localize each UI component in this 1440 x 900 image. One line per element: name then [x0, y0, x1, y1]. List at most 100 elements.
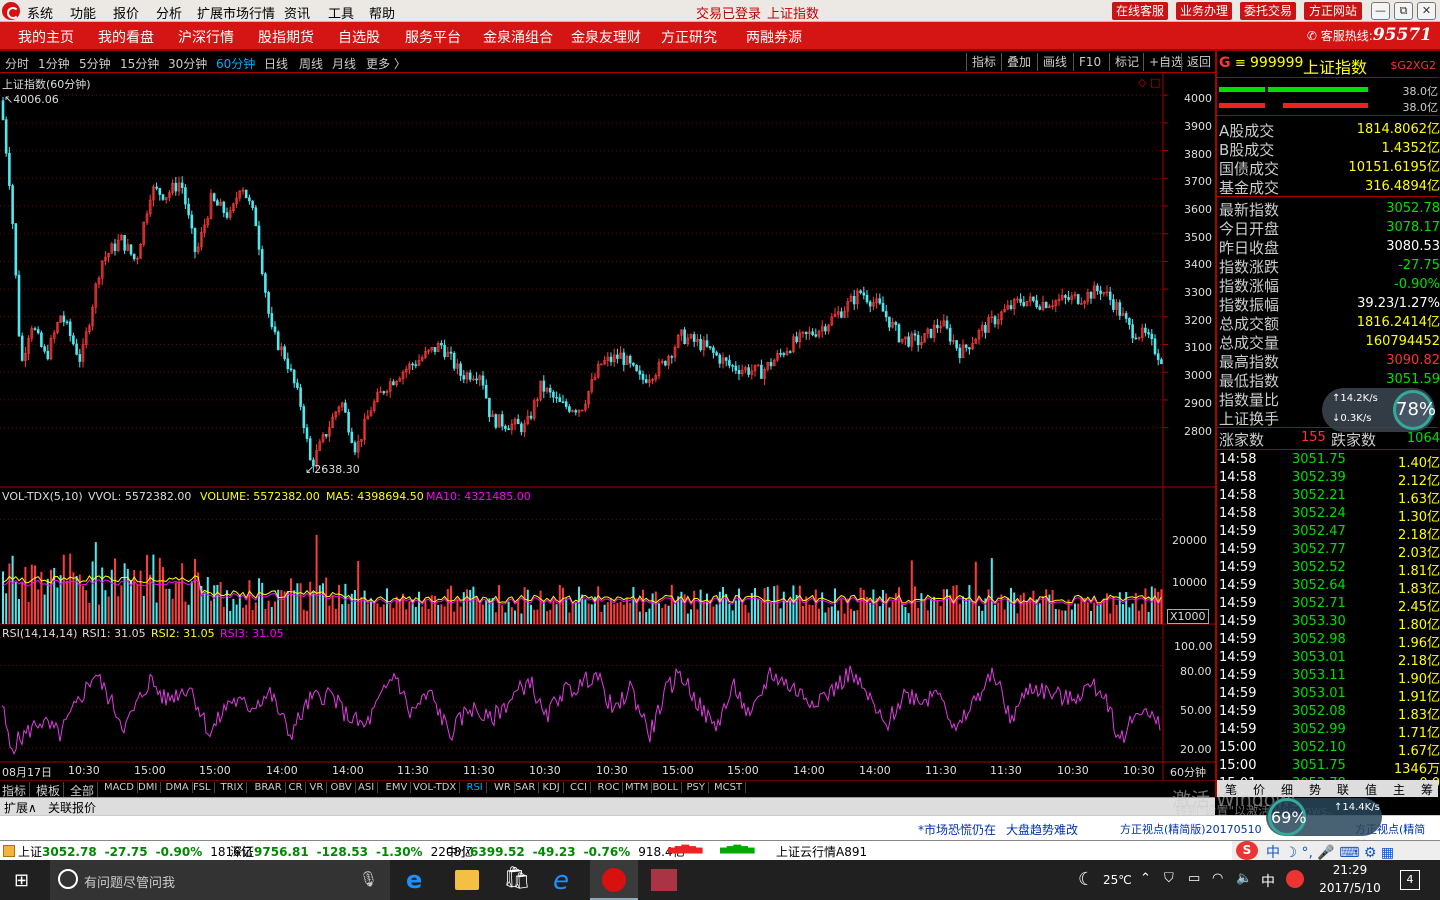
period-1min[interactable]: 1分钟	[38, 55, 70, 72]
news-item-2[interactable]: 大盘趋势难改	[1006, 821, 1078, 838]
menu-info[interactable]: 资讯	[284, 3, 310, 22]
tool-back[interactable]: 返回	[1181, 53, 1211, 71]
sogou-icon[interactable]: S	[1236, 841, 1258, 860]
online-service-button[interactable]: 在线客服	[1112, 2, 1168, 20]
indicator-tab-cci[interactable]: CCI	[570, 782, 591, 793]
file-explorer-icon[interactable]	[455, 870, 479, 890]
indicator-tab-macd[interactable]: MACD	[104, 782, 138, 793]
nav-watch[interactable]: 我的看盘	[98, 27, 154, 47]
shield-icon[interactable]: ⛉	[1164, 871, 1174, 886]
indicator-tab-roc[interactable]: ROC	[598, 782, 624, 793]
close-icon[interactable]: ✕	[1417, 2, 1436, 20]
nav-margin[interactable]: 两融券源	[746, 27, 802, 47]
business-button[interactable]: 业务办理	[1176, 2, 1232, 20]
index-ticker-item[interactable]: 深证9756.81 -128.53 -1.30% 2208亿	[230, 843, 473, 860]
news-item-1[interactable]: *市场恐慌仍在	[918, 821, 996, 838]
panel-tab[interactable]: 势	[1309, 781, 1321, 798]
gift-app-icon[interactable]	[651, 869, 677, 891]
network-icon[interactable]: ▭	[1188, 871, 1200, 886]
net-speed-widget[interactable]: ↑14.2K/s ↓0.3K/s 78%	[1322, 388, 1436, 432]
indicator-tab-dmi[interactable]: DMI	[138, 782, 162, 793]
nav-home[interactable]: 我的主页	[18, 27, 74, 47]
tray-arrow-icon[interactable]: ⌃	[1140, 871, 1151, 886]
period-tick[interactable]: 分时	[5, 55, 29, 72]
website-button[interactable]: 方正网站	[1304, 2, 1362, 20]
tool-overlay[interactable]: 叠加	[1001, 53, 1031, 71]
notification-center-icon[interactable]: 4	[1400, 870, 1420, 890]
indicator-tab-obv[interactable]: OBV	[331, 782, 356, 793]
microphone-icon[interactable]: 🎙	[359, 870, 378, 888]
indicator-tab-dma[interactable]: DMA	[166, 782, 193, 793]
indicator-tab-vol-tdx[interactable]: VOL-TDX	[413, 782, 461, 793]
ime-mode-icons[interactable]: 中 ☽ °, 🎤 ⌨ ⚙ ▦	[1266, 842, 1394, 862]
indicator-tab-trix[interactable]: TRIX	[221, 782, 248, 793]
windows-start-icon[interactable]: ⊞	[14, 870, 29, 891]
clock-date[interactable]: 2017/5/10	[1316, 881, 1384, 895]
panel-tab[interactable]: 筹	[1421, 781, 1433, 798]
ticker-folder-icon[interactable]	[3, 845, 15, 857]
news-item-3[interactable]: 方正视点(精简版)20170510	[1120, 821, 1262, 837]
chart-corner-icon[interactable]: ◇ □	[1138, 76, 1160, 89]
indicator-tab-asi[interactable]: ASI	[358, 782, 379, 793]
period-month[interactable]: 月线	[332, 55, 356, 72]
menu-ext-market[interactable]: 扩展市场行情	[197, 3, 275, 22]
related-quote-tab[interactable]: 关联报价	[48, 799, 96, 816]
edge-browser-icon[interactable]: e	[406, 866, 434, 894]
net-speed-widget-2[interactable]: 69% ↑14.4K/s	[1266, 798, 1382, 836]
minimize-icon[interactable]: —	[1371, 2, 1390, 20]
index-ticker-item[interactable]: 中小6399.52 -49.23 -0.76% 918.4亿	[446, 843, 685, 860]
period-60min[interactable]: 60分钟	[216, 55, 255, 72]
period-30min[interactable]: 30分钟	[168, 55, 207, 72]
indicator-tab-vr[interactable]: VR	[310, 782, 328, 793]
nav-finance[interactable]: 金泉友理财	[571, 27, 641, 47]
tool-draw[interactable]: 画线	[1037, 53, 1067, 71]
ime-toolbar[interactable]: S 中 ☽ °, 🎤 ⌨ ⚙ ▦	[1232, 841, 1440, 861]
store-icon[interactable]: 🛍	[503, 866, 531, 894]
volume-icon[interactable]: 🔈	[1236, 871, 1252, 886]
panel-tab[interactable]: 值	[1365, 781, 1377, 798]
indicator-tab-psy[interactable]: PSY	[687, 782, 709, 793]
period-more[interactable]: 更多 〉	[366, 55, 406, 72]
panel-tab[interactable]: 联	[1337, 781, 1349, 798]
chart-canvas[interactable]	[0, 73, 1215, 780]
nav-portfolio[interactable]: 金泉涌组合	[483, 27, 553, 47]
indicator-tab-cr[interactable]: CR	[289, 782, 307, 793]
panel-menu-icon[interactable]: ≡	[1235, 56, 1246, 71]
indicator-tab-brar[interactable]: BRAR	[255, 782, 286, 793]
restore-icon[interactable]: ⧉	[1394, 2, 1413, 20]
panel-tab[interactable]: 主	[1393, 781, 1405, 798]
menu-system[interactable]: 系统	[27, 3, 53, 22]
tool-add-favorite[interactable]: +自选	[1143, 53, 1183, 71]
ext-toggle-tab[interactable]: 扩展∧	[4, 799, 37, 816]
indicator-tab-emv[interactable]: EMV	[386, 782, 412, 793]
period-day[interactable]: 日线	[264, 55, 288, 72]
nav-futures[interactable]: 股指期货	[258, 27, 314, 47]
sogou-tray-icon[interactable]	[1286, 870, 1304, 888]
menu-help[interactable]: 帮助	[369, 3, 395, 22]
nav-hs-market[interactable]: 沪深行情	[178, 27, 234, 47]
indicator-tab-mtm[interactable]: MTM	[625, 782, 653, 793]
nav-favorites[interactable]: 自选股	[338, 27, 380, 47]
clock-time[interactable]: 21:29	[1320, 863, 1380, 877]
indicator-tab-wr[interactable]: WR	[494, 782, 515, 793]
indicator-tab-mcst[interactable]: MCST	[714, 782, 747, 793]
period-5min[interactable]: 5分钟	[79, 55, 111, 72]
ie-browser-icon[interactable]: e	[553, 866, 581, 896]
indicator-tab-sar[interactable]: SAR	[515, 782, 540, 793]
cortana-search-box[interactable]: 有问题尽管问我 🎙	[50, 860, 390, 900]
indicator-tab-kdj[interactable]: KDJ	[543, 782, 564, 793]
period-week[interactable]: 周线	[299, 55, 323, 72]
entrust-trade-button[interactable]: 委托交易	[1240, 2, 1296, 20]
trade-login-status[interactable]: 交易已登录	[696, 3, 761, 22]
chart-area[interactable]: 上证指数(60分钟) ↖4006.06 ↙2638.30 ◇ □ 4000 390…	[0, 73, 1215, 797]
nav-service[interactable]: 服务平台	[405, 27, 461, 47]
tool-indicator[interactable]: 指标	[966, 53, 996, 71]
menu-quote[interactable]: 报价	[113, 3, 139, 22]
nav-research[interactable]: 方正研究	[661, 27, 717, 47]
tool-f10[interactable]: F10	[1073, 53, 1101, 71]
menu-tools[interactable]: 工具	[328, 3, 354, 22]
wifi-icon[interactable]: ◠	[1212, 871, 1223, 886]
cloud-quote-label[interactable]: 上证云行情A891	[776, 843, 867, 860]
ime-indicator[interactable]: 中	[1261, 871, 1275, 891]
menu-function[interactable]: 功能	[70, 3, 96, 22]
